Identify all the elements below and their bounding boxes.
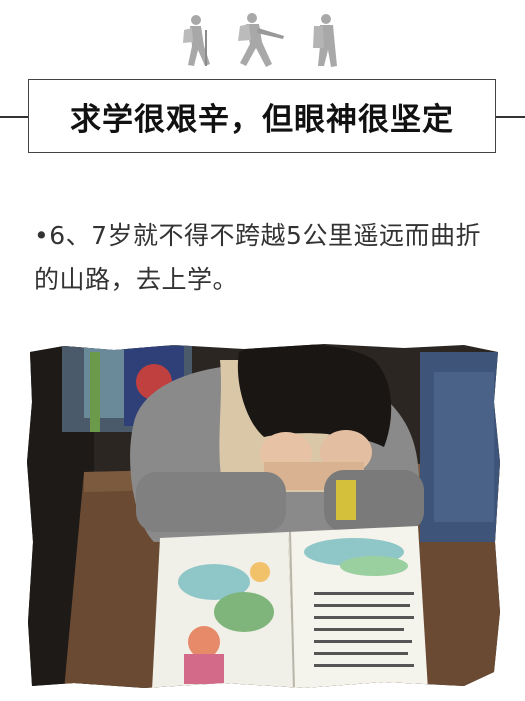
- hikers-silhouette-icon: [183, 13, 337, 67]
- bullet-paragraph: •6、7岁就不得不跨越5公里遥远而曲折的山路，去上学。: [34, 214, 504, 302]
- child-reading-photo: [27, 344, 500, 688]
- bullet-marker: •: [34, 221, 50, 250]
- title-rule-right: [496, 116, 525, 118]
- title-rule-left: [0, 116, 30, 118]
- bullet-text: 6、7岁就不得不跨越5公里遥远而曲折的山路，去上学。: [34, 221, 481, 294]
- section-title: 求学很艰辛，但眼神很坚定: [70, 101, 454, 138]
- section-title-box: 求学很艰辛，但眼神很坚定: [28, 79, 496, 153]
